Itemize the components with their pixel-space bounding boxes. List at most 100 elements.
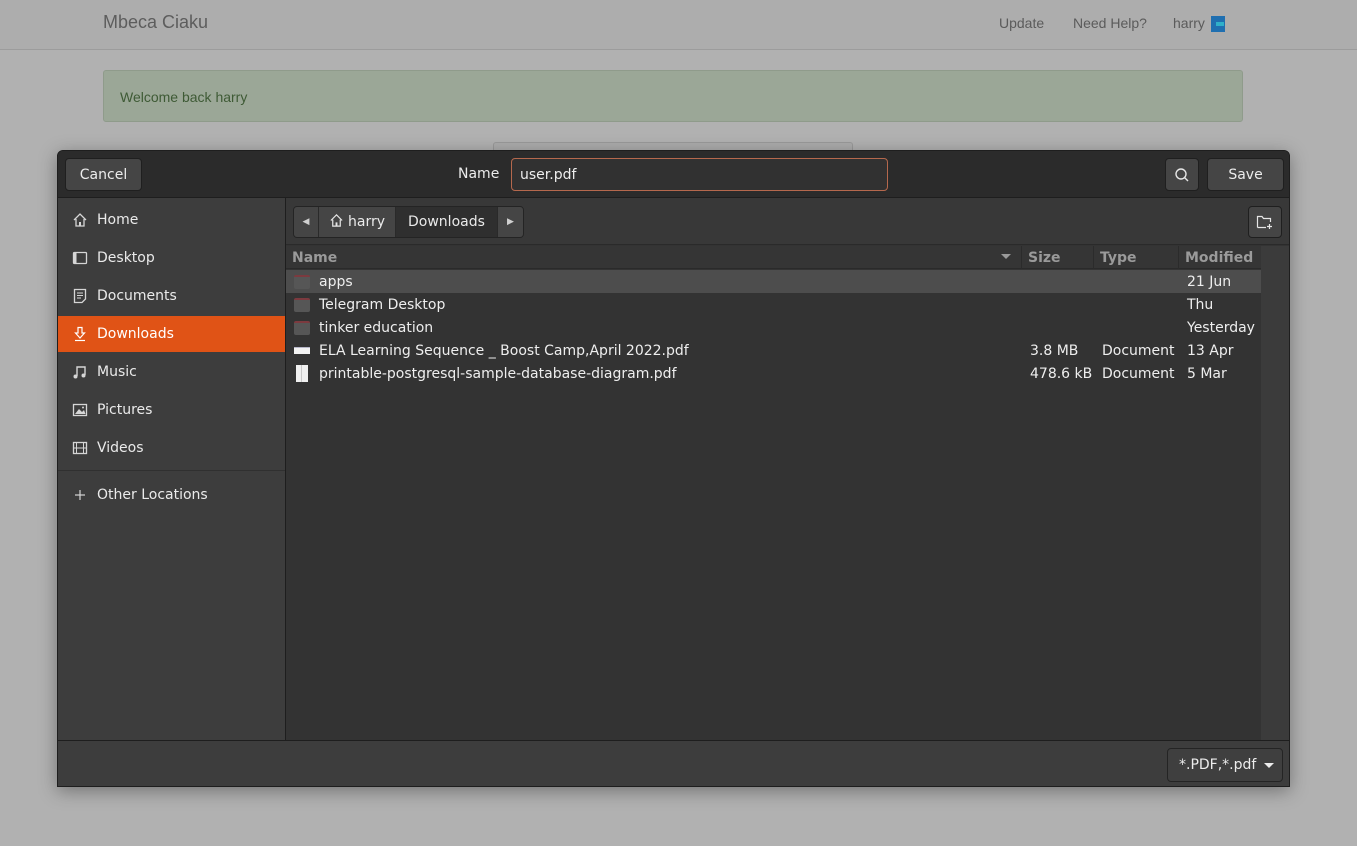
filter-label: *.PDF,*.pdf	[1179, 757, 1257, 773]
videos-icon	[72, 440, 88, 456]
sidebar-item-downloads[interactable]: Downloads	[58, 316, 285, 352]
file-name: ELA Learning Sequence _ Boost Camp,April…	[319, 342, 689, 359]
file-modified: 5 Mar	[1187, 365, 1227, 382]
name-label: Name	[458, 166, 500, 182]
file-modified: Yesterday	[1187, 319, 1255, 336]
chevron-down-icon	[1264, 762, 1275, 768]
file-type	[1094, 316, 1179, 339]
file-modified: 13 Apr	[1187, 342, 1234, 359]
file-row[interactable]: Telegram Desktop Thu	[286, 293, 1261, 316]
home-icon	[72, 212, 88, 228]
pdf-thumbnail-icon	[296, 365, 308, 382]
nav-help-link[interactable]: Need Help?	[1073, 15, 1147, 31]
sort-descending-icon	[1001, 254, 1011, 259]
file-name: apps	[319, 273, 353, 290]
column-size-label: Size	[1028, 249, 1061, 266]
sidebar-item-label: Other Locations	[97, 487, 208, 503]
filename-input[interactable]	[511, 158, 888, 191]
file-type	[1094, 293, 1179, 316]
downloads-icon	[72, 326, 88, 342]
logout-icon[interactable]	[1211, 16, 1225, 32]
cancel-button[interactable]: Cancel	[65, 158, 142, 191]
dialog-header: Cancel Name Save	[58, 151, 1289, 198]
column-type[interactable]: Type	[1094, 246, 1179, 269]
path-bar: ◀ harry Downloads ▶	[286, 198, 1289, 245]
site-brand[interactable]: Mbeca Ciaku	[103, 12, 208, 33]
chevron-right-icon: ▶	[506, 217, 514, 227]
search-icon	[1175, 167, 1189, 181]
sidebar-separator	[58, 470, 285, 471]
file-row[interactable]: tinker education Yesterday	[286, 316, 1261, 339]
column-headers: Name Size Type Modified	[286, 246, 1261, 269]
pdf-thumbnail-icon	[294, 347, 310, 354]
sidebar-item-pictures[interactable]: Pictures	[58, 392, 285, 428]
nav-update-link[interactable]: Update	[999, 15, 1044, 31]
folder-icon	[294, 297, 310, 312]
column-modified[interactable]: Modified	[1179, 246, 1261, 269]
column-type-label: Type	[1100, 249, 1137, 266]
sidebar-item-music[interactable]: Music	[58, 354, 285, 390]
welcome-alert: Welcome back harry	[103, 70, 1243, 122]
path-forward-button[interactable]: ▶	[497, 207, 523, 237]
desktop-icon	[72, 250, 88, 266]
pictures-icon	[72, 402, 88, 418]
column-size[interactable]: Size	[1022, 246, 1094, 269]
folder-icon	[294, 320, 310, 335]
save-button[interactable]: Save	[1207, 158, 1284, 191]
column-name-label: Name	[292, 249, 338, 266]
new-folder-icon	[1256, 215, 1272, 229]
music-icon	[72, 364, 88, 380]
save-file-dialog: Cancel Name Save Home Desktop Documents …	[57, 150, 1290, 787]
file-name: tinker education	[319, 319, 434, 336]
plus-icon	[72, 487, 88, 503]
file-size: 478.6 kB	[1030, 365, 1093, 382]
new-folder-button[interactable]	[1248, 206, 1282, 238]
nav-user-link[interactable]: harry	[1173, 15, 1205, 31]
breadcrumb-home[interactable]: harry	[319, 207, 397, 237]
home-icon	[329, 213, 344, 232]
column-modified-label: Modified	[1185, 249, 1254, 266]
file-row[interactable]: ELA Learning Sequence _ Boost Camp,April…	[286, 339, 1261, 362]
sidebar-item-label: Music	[97, 364, 137, 380]
breadcrumb: ◀ harry Downloads ▶	[293, 206, 524, 238]
sidebar-item-documents[interactable]: Documents	[58, 278, 285, 314]
dialog-footer: *.PDF,*.pdf	[58, 740, 1289, 786]
scrollbar-track[interactable]	[1261, 246, 1289, 740]
file-size: 3.8 MB	[1030, 342, 1079, 359]
file-row[interactable]: apps 21 Jun	[286, 270, 1261, 293]
breadcrumb-downloads[interactable]: Downloads	[396, 207, 498, 237]
sidebar-item-label: Home	[97, 212, 139, 228]
chevron-left-icon: ◀	[302, 217, 310, 227]
file-row[interactable]: printable-postgresql-sample-database-dia…	[286, 362, 1261, 385]
file-size	[1022, 270, 1094, 293]
sidebar-item-label: Documents	[97, 288, 177, 304]
file-type: Document	[1102, 365, 1175, 382]
breadcrumb-label: Downloads	[408, 214, 485, 230]
documents-icon	[72, 288, 88, 304]
path-back-button[interactable]: ◀	[294, 207, 319, 237]
sidebar-item-other-locations[interactable]: Other Locations	[58, 477, 285, 513]
sidebar-item-home[interactable]: Home	[58, 202, 285, 238]
sidebar-item-label: Pictures	[97, 402, 153, 418]
file-name: printable-postgresql-sample-database-dia…	[319, 365, 677, 382]
welcome-alert-text: Welcome back harry	[120, 89, 248, 105]
file-size	[1022, 316, 1094, 339]
file-type-filter-dropdown[interactable]: *.PDF,*.pdf	[1167, 748, 1283, 782]
file-type	[1094, 270, 1179, 293]
file-modified: 21 Jun	[1187, 273, 1232, 290]
folder-icon	[294, 274, 310, 289]
search-button[interactable]	[1165, 158, 1199, 191]
file-list: apps 21 Jun Telegram Desktop Thu tinker …	[286, 270, 1261, 385]
file-name: Telegram Desktop	[319, 296, 446, 313]
breadcrumb-label: harry	[348, 214, 386, 230]
sidebar-item-videos[interactable]: Videos	[58, 430, 285, 466]
sidebar-item-label: Desktop	[97, 250, 155, 266]
sidebar-item-desktop[interactable]: Desktop	[58, 240, 285, 276]
places-sidebar: Home Desktop Documents Downloads Music P…	[58, 198, 286, 740]
column-name[interactable]: Name	[286, 246, 1022, 269]
file-browser: ◀ harry Downloads ▶ Name Size Type Modif…	[286, 198, 1289, 740]
file-modified: Thu	[1187, 296, 1214, 313]
sidebar-item-label: Downloads	[97, 326, 174, 342]
sidebar-item-label: Videos	[97, 440, 144, 456]
file-type: Document	[1102, 342, 1175, 359]
